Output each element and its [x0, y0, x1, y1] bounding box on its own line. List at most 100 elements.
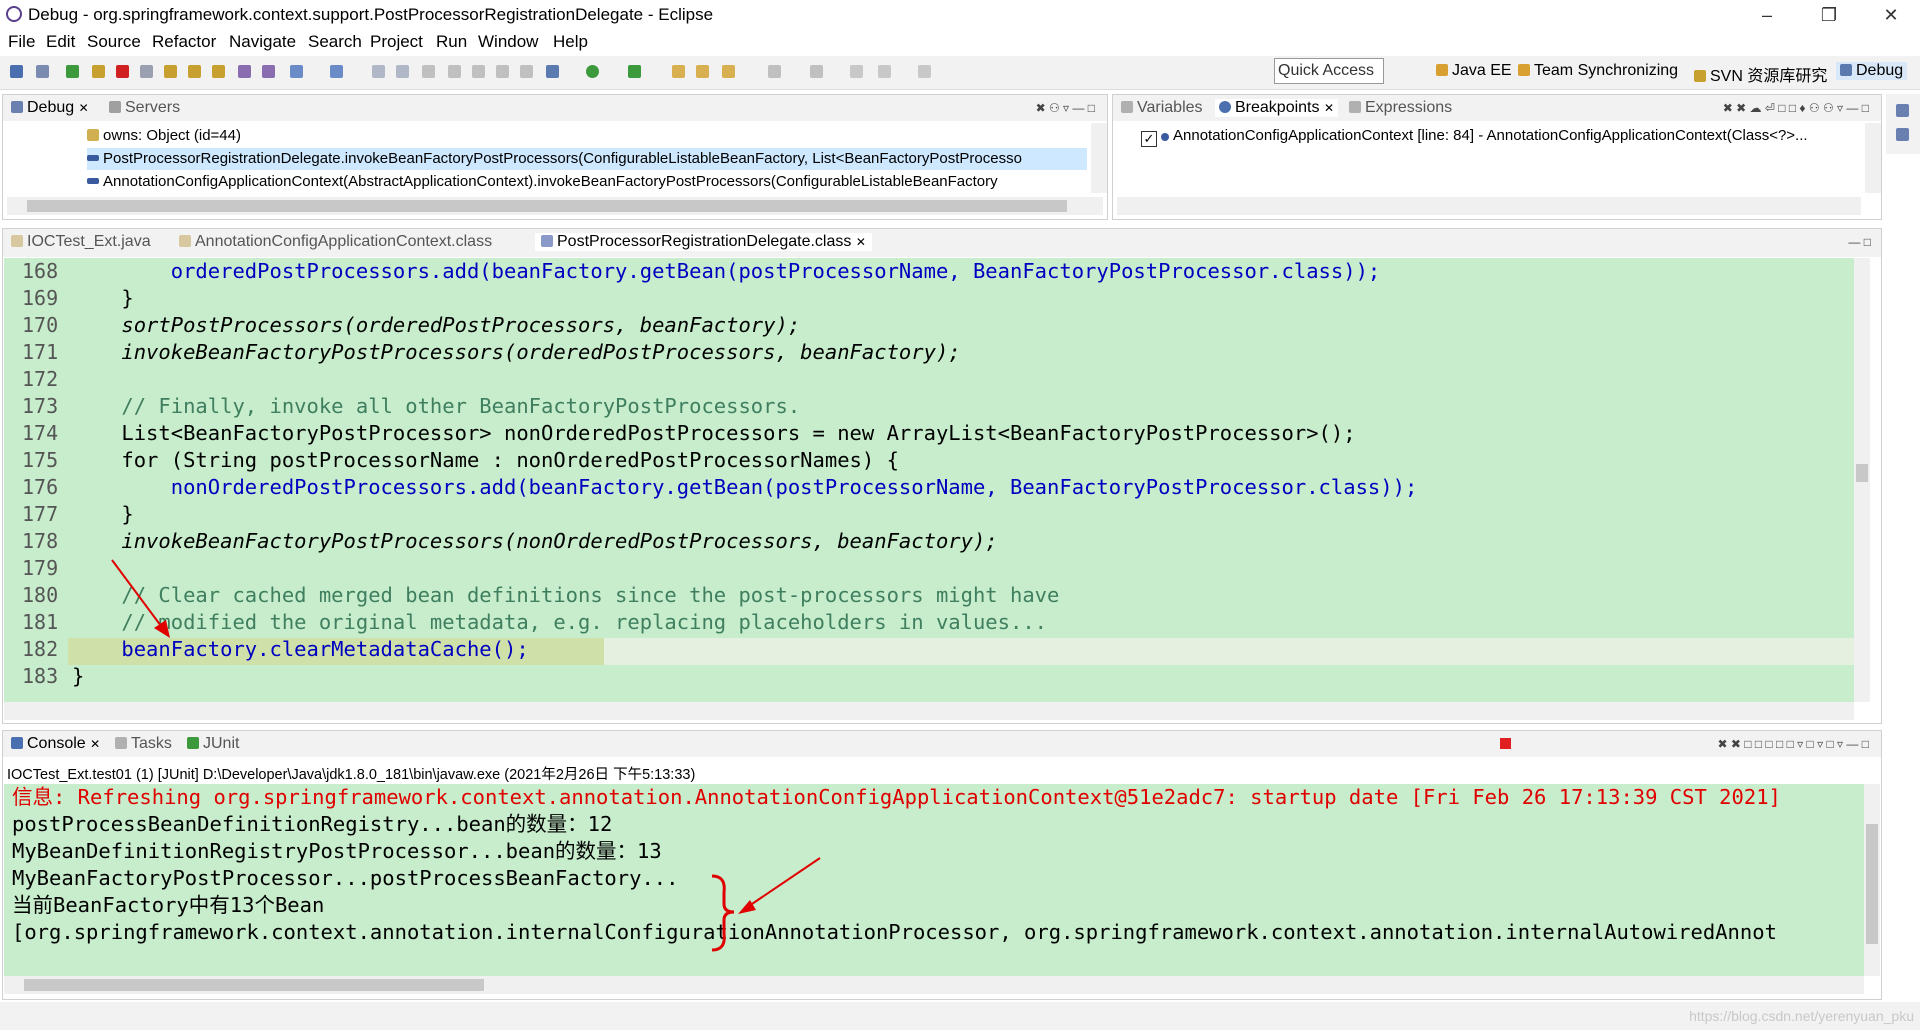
menu-refactor[interactable]: Refactor [152, 32, 216, 52]
breakpoint-label: AnnotationConfigApplicationContext [line… [1173, 127, 1808, 144]
menu-help[interactable]: Help [553, 32, 588, 52]
breakpoint-checkbox[interactable]: ✓ [1141, 131, 1157, 147]
view-toolbar[interactable]: ✖ ✖ ☁ ⏎ □ □ ♦ ⚇ ⚇ ▿ — □ [1723, 101, 1869, 115]
step-into-icon[interactable] [164, 65, 177, 78]
new-wizard-icon[interactable] [290, 65, 303, 78]
menu-project[interactable]: Project [370, 32, 423, 52]
pin-icon[interactable] [422, 65, 435, 78]
breakpoints-hscroll[interactable] [1117, 197, 1861, 215]
sync-icon[interactable] [472, 65, 485, 78]
scroll-thumb[interactable] [1856, 464, 1868, 482]
terminate-console-icon[interactable] [1500, 738, 1511, 749]
menu-navigate[interactable]: Navigate [229, 32, 296, 52]
close-icon[interactable]: ✕ [1868, 0, 1914, 30]
editor-minmax[interactable]: — □ [1848, 235, 1871, 249]
tab-junit[interactable]: JUnit [187, 735, 239, 753]
save-all-icon[interactable] [396, 65, 409, 78]
tab-ioctest-ext[interactable]: IOCTest_Ext.java [11, 233, 151, 251]
restore-icon[interactable]: ❐ [1806, 0, 1852, 30]
code-editor[interactable]: 168 169 170 171 172 173 174 175 176 177 … [4, 258, 1859, 702]
tab-expressions[interactable]: Expressions [1349, 99, 1452, 117]
new-icon[interactable] [10, 65, 23, 78]
open-folder-icon[interactable] [672, 65, 685, 78]
run-icon[interactable] [586, 65, 599, 78]
tab-debug[interactable]: Debug ✕ [11, 99, 89, 117]
console-hscroll[interactable] [4, 976, 1864, 994]
tree-row-stack-frame-selected[interactable]: PostProcessorRegistrationDelegate.invoke… [87, 148, 1087, 170]
tab-console[interactable]: Console ✕ [11, 735, 100, 753]
scroll-thumb[interactable] [27, 200, 1067, 212]
quick-access-input[interactable]: Quick Access [1274, 58, 1384, 84]
tab-label: Debug [27, 99, 75, 116]
disconnect-icon[interactable] [140, 65, 153, 78]
close-icon[interactable]: ✕ [1324, 101, 1334, 115]
scroll-thumb[interactable] [24, 979, 484, 991]
close-icon[interactable]: ✕ [79, 101, 89, 115]
close-icon[interactable]: ✕ [856, 235, 866, 249]
perspective-svn[interactable]: SVN 资源库研究 [1694, 62, 1827, 86]
close-icon[interactable]: ✕ [90, 737, 100, 751]
link-icon[interactable] [496, 65, 509, 78]
forward-icon[interactable] [878, 65, 891, 78]
open-folder2-icon[interactable] [696, 65, 709, 78]
next-annotation-icon[interactable] [810, 65, 823, 78]
perspective-java-ee[interactable]: Java EE [1436, 62, 1512, 80]
breakpoints-vscroll[interactable] [1865, 123, 1881, 193]
use-step-filters-icon[interactable] [262, 65, 275, 78]
console-vscroll[interactable] [1864, 784, 1880, 976]
tab-annotation-config[interactable]: AnnotationConfigApplicationContext.class [179, 233, 492, 251]
menu-run[interactable]: Run [436, 32, 467, 52]
tree-row-owns[interactable]: owns: Object (id=44) [87, 125, 241, 147]
menu-file[interactable]: File [8, 32, 35, 52]
menu-source[interactable]: Source [87, 32, 141, 52]
console-output[interactable]: 信息: Refreshing org.springframework.conte… [4, 784, 1864, 976]
step-return-icon[interactable] [212, 65, 225, 78]
view-toolbar[interactable]: ✖ ⚇ ▿ — □ [1036, 101, 1095, 115]
tab-breakpoints[interactable]: Breakpoints ✕ [1215, 99, 1339, 117]
skip-breakpoints-icon[interactable] [36, 65, 49, 78]
editor-tabs: IOCTest_Ext.java AnnotationConfigApplica… [3, 229, 1881, 257]
annotation-icon[interactable] [768, 65, 781, 78]
minimize-icon[interactable]: – [1744, 0, 1790, 30]
watermark-text: https://blog.csdn.net/yerenyuan_pku [1689, 1008, 1914, 1024]
debug-hscroll[interactable] [7, 197, 1103, 215]
menu-search[interactable]: Search [308, 32, 362, 52]
tab-label: IOCTest_Ext.java [27, 233, 151, 250]
perspective-team-sync[interactable]: Team Synchronizing [1518, 62, 1678, 80]
breakpoints-icon [1219, 101, 1231, 113]
open-type-icon[interactable] [330, 65, 343, 78]
console-toolbar[interactable]: ✖ ✖ □ □ □ □ □ ▿ □ ▿ □ ▿ — □ [1717, 737, 1869, 751]
tool-icon[interactable] [448, 65, 461, 78]
tab-post-processor-delegate[interactable]: PostProcessorRegistrationDelegate.class … [535, 233, 872, 251]
breakpoint-row[interactable]: ✓ AnnotationConfigApplicationContext [lin… [1141, 125, 1861, 147]
eclipse-icon [6, 6, 22, 22]
step-over-icon[interactable] [188, 65, 201, 78]
tab-tasks[interactable]: Tasks [115, 735, 172, 753]
trim-icon[interactable] [1896, 128, 1909, 141]
tree-row-stack-frame[interactable]: AnnotationConfigApplicationContext(Abstr… [87, 171, 1087, 193]
save-icon[interactable] [372, 65, 385, 78]
terminate-icon[interactable] [116, 65, 129, 78]
resume-icon[interactable] [66, 65, 79, 78]
editor-hscroll[interactable] [4, 702, 1854, 720]
scroll-thumb[interactable] [1866, 824, 1878, 944]
menu-edit[interactable]: Edit [46, 32, 75, 52]
back-icon[interactable] [850, 65, 863, 78]
breakpoint-icon [1161, 133, 1169, 141]
tab-servers[interactable]: Servers [109, 99, 180, 117]
pencil-icon[interactable] [722, 65, 735, 78]
suspend-icon[interactable] [92, 65, 105, 78]
menu-window[interactable]: Window [478, 32, 538, 52]
tab-variables[interactable]: Variables [1121, 99, 1203, 117]
coverage-icon[interactable] [628, 65, 641, 78]
debug-vscroll[interactable] [1091, 123, 1107, 193]
debug-icon[interactable] [546, 65, 559, 78]
breakpoints-view-tabs: Variables Breakpoints ✕ Expressions ✖ ✖ … [1113, 95, 1881, 121]
editor-vscroll[interactable] [1854, 258, 1870, 702]
console-process-label: IOCTest_Ext.test01 (1) [JUnit] D:\Develo… [7, 767, 696, 783]
drop-to-frame-icon[interactable] [238, 65, 251, 78]
perspective-debug[interactable]: Debug [1836, 62, 1908, 80]
trim-icon[interactable] [1896, 104, 1909, 117]
remove-icon[interactable] [520, 65, 533, 78]
history-icon[interactable] [918, 65, 931, 78]
